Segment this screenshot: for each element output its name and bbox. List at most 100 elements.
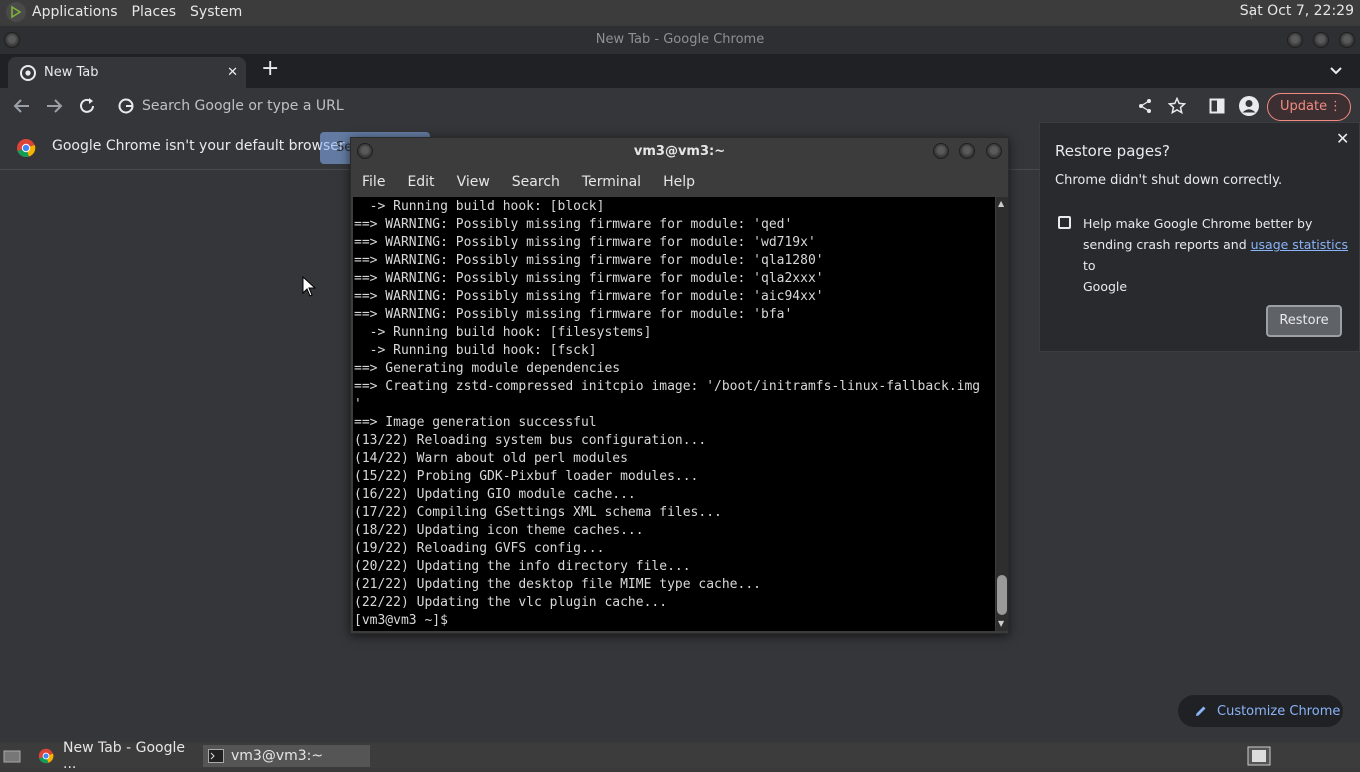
menu-system[interactable]: System [184,4,250,20]
terminal-scrollbar[interactable]: ▲ ▼ [996,197,1008,631]
terminal-line: ==> Generating module dependencies [354,361,621,376]
clock[interactable]: Sat Oct 7, 22:29 [1240,3,1354,19]
terminal-line: -> Running build hook: [filesystems] [354,325,652,340]
terminal-prompt: [vm3@vm3 ~]$ [354,613,456,628]
taskbar-chrome-label: New Tab - Google ... [63,740,186,772]
terminal-line: (16/22) Updating GIO module cache... [354,487,636,502]
tab-new-tab[interactable]: New Tab ✕ [8,57,246,88]
chrome-logo-icon [38,748,54,764]
maximize-icon[interactable] [959,143,975,159]
menu-view[interactable]: View [446,174,501,190]
profile-avatar-icon[interactable] [1238,95,1260,121]
crash-report-checkbox[interactable] [1058,216,1071,229]
terminal-line: ' [354,397,362,412]
tab-title: New Tab [44,65,99,80]
window-menu-icon[interactable] [4,32,20,48]
bookmark-star-icon[interactable] [1167,96,1187,119]
back-icon[interactable] [13,98,31,118]
menu-terminal[interactable]: Terminal [571,174,652,190]
terminal-line: ==> WARNING: Possibly missing firmware f… [354,217,793,232]
terminal-title: vm3@vm3:~ [633,144,726,159]
restore-button[interactable]: Restore [1266,305,1342,337]
terminal-line: (20/22) Updating the info directory file… [354,559,691,574]
chrome-titlebar[interactable]: New Tab - Google Chrome [0,26,1360,54]
menu-file[interactable]: File [351,174,396,190]
bottom-panel: New Tab - Google ... vm3@vm3:~ [0,740,1360,772]
chrome-logo-icon [16,138,36,162]
window-menu-icon[interactable] [357,143,373,159]
infobar-message: Google Chrome isn't your default browser [52,138,345,154]
update-button[interactable]: Update ⋮ [1267,93,1351,121]
menu-places[interactable]: Places [126,4,185,20]
terminal-line: ==> WARNING: Possibly missing firmware f… [354,253,824,268]
menu-help[interactable]: Help [652,174,706,190]
terminal-line: ==> WARNING: Possibly missing firmware f… [354,289,824,304]
reload-icon[interactable] [78,97,96,119]
usage-statistics-link[interactable]: usage statistics [1251,237,1348,252]
share-icon[interactable] [1137,98,1153,118]
minimize-icon[interactable] [1287,32,1303,48]
pencil-icon [1194,704,1208,718]
top-panel: Applications Places System Sat Oct 7, 22… [0,0,1360,24]
terminal-line: ==> WARNING: Possibly missing firmware f… [354,307,793,322]
terminal-line: ==> WARNING: Possibly missing firmware f… [354,271,824,286]
omnibox-placeholder: Search Google or type a URL [142,98,344,114]
omnibox[interactable]: Search Google or type a URL [108,92,1128,120]
terminal-line: (17/22) Compiling GSettings XML schema f… [354,505,722,520]
restore-subtitle: Chrome didn't shut down correctly. [1055,173,1283,188]
taskbar-item-chrome[interactable]: New Tab - Google ... [34,740,200,772]
new-tab-button[interactable]: + [261,56,279,81]
customize-chrome-button[interactable]: Customize Chrome [1178,695,1343,727]
terminal-line: (15/22) Probing GDK-Pixbuf loader module… [354,469,699,484]
terminal-titlebar[interactable]: vm3@vm3:~ [351,138,1008,166]
crash-text-line2a: sending crash reports and [1083,237,1251,252]
taskbar-item-terminal[interactable]: vm3@vm3:~ [203,745,370,767]
close-window-icon[interactable] [1339,32,1355,48]
show-desktop-icon[interactable] [3,748,21,768]
terminal-lines: -> Running build hook: [block] ==> WARNIN… [353,197,995,630]
chrome-favicon-icon [20,64,36,81]
terminal-line: ==> Image generation successful [354,415,597,430]
crash-text-line1: Help make Google Chrome better by [1083,216,1313,231]
terminal-line: (22/22) Updating the vlc plugin cache... [354,595,668,610]
customize-label: Customize Chrome [1217,703,1341,719]
more-menu-icon[interactable]: ⋮ [1329,94,1342,120]
crash-text-line3: Google [1083,279,1128,294]
terminal-line: (19/22) Reloading GVFS config... [354,541,605,556]
terminal-line: -> Running build hook: [block] [354,199,605,214]
tab-search-icon[interactable] [1329,62,1343,81]
terminal-icon [208,749,224,763]
scrollbar-thumb[interactable] [997,575,1007,615]
window-title: New Tab - Google Chrome [595,32,765,47]
terminal-menubar: File Edit View Search Terminal Help [351,168,1008,196]
maximize-icon[interactable] [1313,32,1329,48]
tab-close-icon[interactable]: ✕ [227,65,238,80]
menu-search[interactable]: Search [501,174,571,190]
forward-icon[interactable] [45,98,63,118]
minimize-icon[interactable] [933,143,949,159]
terminal-line: -> Running build hook: [fsck] [354,343,597,358]
tab-strip: New Tab ✕ + [0,54,1360,88]
crash-text-line2b: to [1083,258,1096,273]
restore-title: Restore pages? [1055,142,1170,160]
terminal-window: vm3@vm3:~ File Edit View Search Terminal… [350,137,1009,634]
terminal-line: (18/22) Updating icon theme caches... [354,523,644,538]
distro-logo-icon[interactable] [6,2,26,22]
scroll-down-icon[interactable]: ▼ [998,619,1004,628]
scroll-up-icon[interactable]: ▲ [998,199,1004,208]
update-label: Update [1280,99,1328,114]
side-panel-icon[interactable] [1209,98,1225,118]
toolbar: Search Google or type a URL Update ⋮ [0,88,1360,124]
terminal-line: (21/22) Updating the desktop file MIME t… [354,577,761,592]
restore-close-icon[interactable]: ✕ [1336,129,1349,148]
google-g-icon [118,98,134,114]
menu-edit[interactable]: Edit [396,174,445,190]
terminal-line: (13/22) Reloading system bus configurati… [354,433,707,448]
workspace-switcher-icon[interactable] [1247,746,1271,770]
menu-applications[interactable]: Applications [32,4,126,20]
terminal-output[interactable]: -> Running build hook: [block] ==> WARNIN… [353,197,995,631]
close-window-icon[interactable] [986,143,1002,159]
terminal-line: ==> WARNING: Possibly missing firmware f… [354,235,816,250]
taskbar-terminal-label: vm3@vm3:~ [231,748,324,764]
restore-pages-dialog: ✕ Restore pages? Chrome didn't shut down… [1039,122,1360,352]
